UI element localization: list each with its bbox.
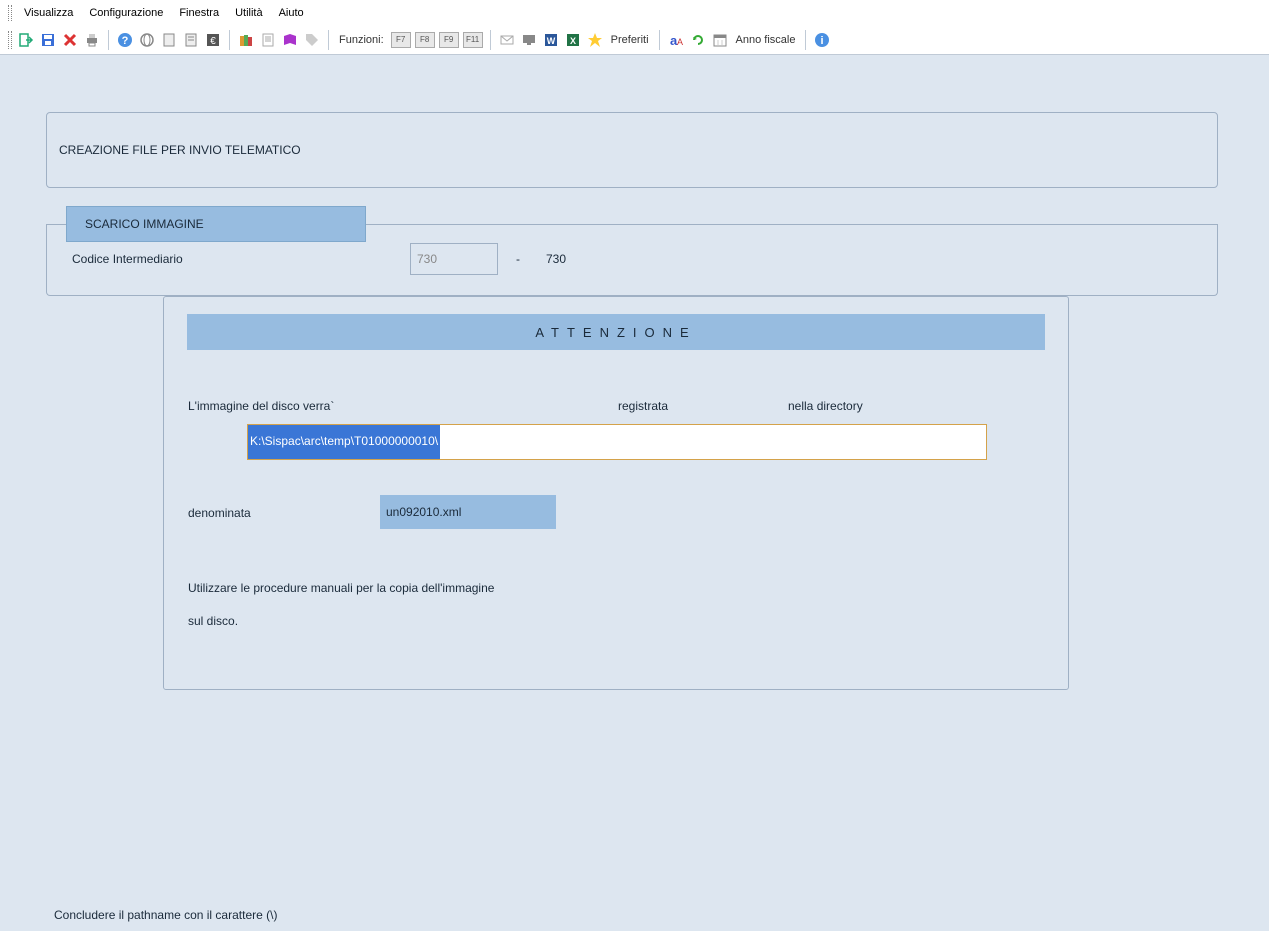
- word-icon[interactable]: W: [541, 30, 561, 50]
- menu-configurazione[interactable]: Configurazione: [83, 4, 169, 22]
- codice-row: Codice Intermediario: [72, 252, 407, 266]
- attention-panel: [163, 296, 1069, 690]
- toolbar-separator: [659, 30, 660, 50]
- preferiti-label[interactable]: Preferiti: [611, 34, 649, 46]
- codice-value-2: 730: [546, 252, 566, 266]
- anno-fiscale-label[interactable]: Anno fiscale: [736, 34, 796, 46]
- doc1-icon[interactable]: [159, 30, 179, 50]
- attn-line1c: nella directory: [788, 399, 863, 413]
- f11-button[interactable]: F11: [463, 32, 483, 48]
- toolbar-handle: [8, 31, 12, 49]
- print-icon[interactable]: [82, 30, 102, 50]
- menubar: Visualizza Configurazione Finestra Utili…: [0, 0, 1269, 25]
- font-icon[interactable]: aA: [666, 30, 686, 50]
- save-icon[interactable]: [38, 30, 58, 50]
- title-panel: CREAZIONE FILE PER INVIO TELEMATICO: [46, 112, 1218, 188]
- browse-icon[interactable]: [137, 30, 157, 50]
- funzioni-label: Funzioni:: [339, 34, 384, 46]
- refresh-icon[interactable]: [688, 30, 708, 50]
- star-icon[interactable]: [585, 30, 605, 50]
- euro-icon[interactable]: €: [203, 30, 223, 50]
- attn-line1b: registrata: [618, 399, 668, 413]
- doc2-icon[interactable]: [181, 30, 201, 50]
- excel-icon[interactable]: X: [563, 30, 583, 50]
- help-icon[interactable]: ?: [115, 30, 135, 50]
- attn-line4: sul disco.: [188, 614, 238, 628]
- codice-label: Codice Intermediario: [72, 252, 407, 266]
- screen-icon[interactable]: [519, 30, 539, 50]
- svg-text:€: €: [210, 36, 216, 47]
- page-icon[interactable]: [258, 30, 278, 50]
- svg-text:i: i: [821, 35, 824, 47]
- svg-text:A: A: [677, 37, 683, 47]
- delete-icon[interactable]: [60, 30, 80, 50]
- attn-line1a: L'immagine del disco verra`: [188, 399, 334, 413]
- exit-icon[interactable]: [16, 30, 36, 50]
- toolbar: ? € Funzioni: F7 F8 F9 F11 W X Preferiti…: [0, 25, 1269, 55]
- filename-field[interactable]: un092010.xml: [380, 495, 556, 529]
- svg-text:?: ?: [122, 35, 129, 47]
- path-selected-text: K:\Sispac\arc\temp\T01000000010\: [248, 425, 440, 459]
- footer-hint: Concludere il pathname con il carattere …: [54, 908, 277, 922]
- books-icon[interactable]: [236, 30, 256, 50]
- f7-button[interactable]: F7: [391, 32, 411, 48]
- tag-icon[interactable]: [302, 30, 322, 50]
- tab-scarico-immagine[interactable]: SCARICO IMMAGINE: [66, 206, 366, 242]
- menu-utilita[interactable]: Utilità: [229, 4, 269, 22]
- info-icon[interactable]: i: [812, 30, 832, 50]
- f8-button[interactable]: F8: [415, 32, 435, 48]
- attention-header: ATTENZIONE: [187, 314, 1045, 350]
- page-title: CREAZIONE FILE PER INVIO TELEMATICO: [59, 143, 301, 157]
- menubar-handle: [8, 5, 12, 21]
- menu-visualizza[interactable]: Visualizza: [18, 4, 79, 22]
- toolbar-separator: [490, 30, 491, 50]
- book-icon[interactable]: [280, 30, 300, 50]
- directory-path-input[interactable]: K:\Sispac\arc\temp\T01000000010\: [247, 424, 987, 460]
- toolbar-separator: [328, 30, 329, 50]
- svg-text:X: X: [570, 36, 576, 46]
- menu-aiuto[interactable]: Aiuto: [273, 4, 310, 22]
- dash-separator: -: [516, 252, 520, 266]
- denominata-label: denominata: [188, 506, 251, 520]
- toolbar-separator: [229, 30, 230, 50]
- f9-button[interactable]: F9: [439, 32, 459, 48]
- codice-intermediario-input[interactable]: [410, 243, 498, 275]
- calendar-icon[interactable]: [710, 30, 730, 50]
- mail-icon[interactable]: [497, 30, 517, 50]
- attn-line3: Utilizzare le procedure manuali per la c…: [188, 581, 494, 595]
- toolbar-separator: [805, 30, 806, 50]
- svg-text:W: W: [546, 36, 555, 46]
- toolbar-separator: [108, 30, 109, 50]
- menu-finestra[interactable]: Finestra: [173, 4, 225, 22]
